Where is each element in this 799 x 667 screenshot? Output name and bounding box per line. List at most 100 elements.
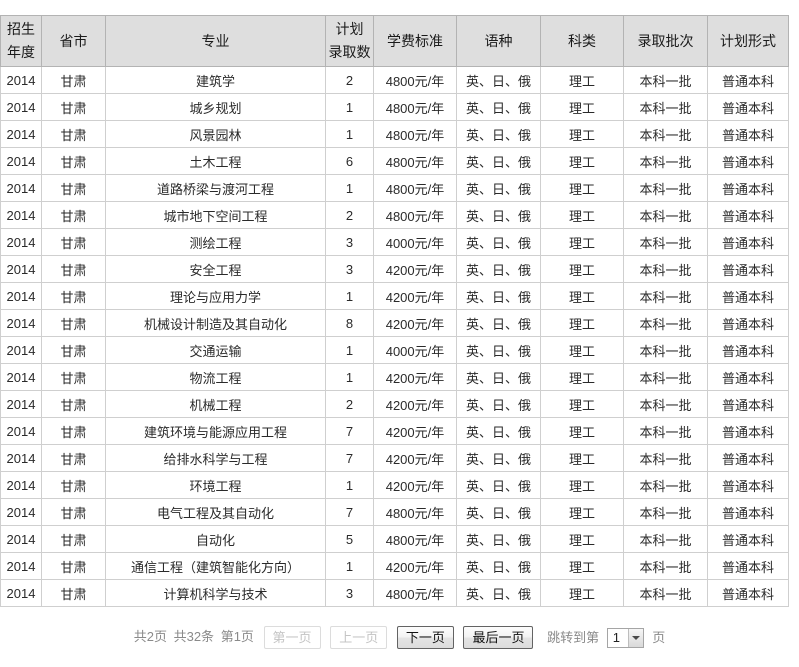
table-row: 2014 甘肃 机械设计制造及其自动化 8 4200元/年 英、日、俄 理工 本科一批 普通本科 (0, 309, 789, 337)
table-row: 2014 甘肃 物流工程 1 4200元/年 英、日、俄 理工 本科一批 普通本科 (0, 363, 789, 391)
cell-year: 2014 (0, 282, 42, 310)
cell-major: 电气工程及其自动化 (105, 498, 326, 526)
cell-year: 2014 (0, 444, 42, 472)
table-row: 2014 甘肃 城乡规划 1 4800元/年 英、日、俄 理工 本科一批 普通本科 (0, 93, 789, 121)
cell-province: 甘肃 (41, 336, 106, 364)
cell-year: 2014 (0, 309, 42, 337)
cell-category: 理工 (540, 255, 624, 283)
column-header-language: 语种 (456, 15, 541, 67)
column-header-tuition: 学费标准 (373, 15, 457, 67)
cell-year: 2014 (0, 174, 42, 202)
cell-batch: 本科一批 (623, 174, 708, 202)
next-page-button[interactable]: 下一页 (396, 626, 454, 650)
cell-language: 英、日、俄 (456, 498, 541, 526)
cell-plan-count: 5 (325, 525, 374, 553)
cell-plan-count: 3 (325, 579, 374, 607)
cell-batch: 本科一批 (623, 66, 708, 94)
cell-plan-count: 2 (325, 66, 374, 94)
cell-year: 2014 (0, 552, 42, 580)
cell-batch: 本科一批 (623, 417, 708, 445)
cell-major: 土木工程 (105, 147, 326, 175)
cell-major: 交通运输 (105, 336, 326, 364)
table-row: 2014 甘肃 电气工程及其自动化 7 4800元/年 英、日、俄 理工 本科一批 普通本科 (0, 498, 789, 526)
page-jump-select[interactable]: 1 (606, 627, 644, 648)
table-row: 2014 甘肃 道路桥梁与渡河工程 1 4800元/年 英、日、俄 理工 本科一批 普通本科 (0, 174, 789, 202)
cell-province: 甘肃 (41, 282, 106, 310)
cell-tuition: 4800元/年 (373, 93, 457, 121)
page-jump-value: 1 (612, 629, 620, 645)
cell-plan-count: 1 (325, 471, 374, 499)
cell-province: 甘肃 (41, 390, 106, 418)
cell-year: 2014 (0, 417, 42, 445)
cell-tuition: 4800元/年 (373, 66, 457, 94)
cell-year: 2014 (0, 255, 42, 283)
cell-plan-form: 普通本科 (707, 336, 789, 364)
cell-category: 理工 (540, 201, 624, 229)
table-container: 招生 年度 省市 专业 计划 录取数 学费标准 语种 科类 录取批次 计划形式 … (0, 0, 799, 607)
cell-plan-count: 7 (325, 444, 374, 472)
cell-batch: 本科一批 (623, 552, 708, 580)
cell-plan-form: 普通本科 (707, 498, 789, 526)
cell-major: 建筑学 (105, 66, 326, 94)
cell-province: 甘肃 (41, 201, 106, 229)
cell-tuition: 4800元/年 (373, 120, 457, 148)
cell-plan-form: 普通本科 (707, 363, 789, 391)
cell-category: 理工 (540, 120, 624, 148)
cell-province: 甘肃 (41, 147, 106, 175)
cell-tuition: 4200元/年 (373, 417, 457, 445)
column-header-category-label: 科类 (568, 32, 596, 49)
cell-language: 英、日、俄 (456, 93, 541, 121)
column-header-category: 科类 (540, 15, 624, 67)
cell-major: 道路桥梁与渡河工程 (105, 174, 326, 202)
cell-year: 2014 (0, 579, 42, 607)
cell-year: 2014 (0, 93, 42, 121)
cell-year: 2014 (0, 336, 42, 364)
table-header-row: 招生 年度 省市 专业 计划 录取数 学费标准 语种 科类 录取批次 计划形式 (0, 15, 789, 67)
cell-category: 理工 (540, 525, 624, 553)
cell-plan-form: 普通本科 (707, 66, 789, 94)
table-row: 2014 甘肃 自动化 5 4800元/年 英、日、俄 理工 本科一批 普通本科 (0, 525, 789, 553)
last-page-button[interactable]: 最后一页 (463, 626, 534, 650)
cell-category: 理工 (540, 228, 624, 256)
cell-batch: 本科一批 (623, 579, 708, 607)
table-row: 2014 甘肃 理论与应用力学 1 4200元/年 英、日、俄 理工 本科一批 普通本科 (0, 282, 789, 310)
column-header-plan-count-line2: 录取数 (328, 44, 371, 60)
enrollment-plan-page: 招生 年度 省市 专业 计划 录取数 学费标准 语种 科类 录取批次 计划形式 … (0, 0, 799, 667)
cell-language: 英、日、俄 (456, 417, 541, 445)
cell-province: 甘肃 (41, 498, 106, 526)
cell-plan-count: 8 (325, 309, 374, 337)
cell-tuition: 4200元/年 (373, 363, 457, 391)
cell-category: 理工 (540, 471, 624, 499)
table-row: 2014 甘肃 土木工程 6 4800元/年 英、日、俄 理工 本科一批 普通本科 (0, 147, 789, 175)
cell-plan-form: 普通本科 (707, 147, 789, 175)
cell-language: 英、日、俄 (456, 147, 541, 175)
column-header-tuition-label: 学费标准 (387, 32, 443, 49)
cell-batch: 本科一批 (623, 390, 708, 418)
cell-major: 建筑环境与能源应用工程 (105, 417, 326, 445)
cell-plan-form: 普通本科 (707, 201, 789, 229)
column-header-major: 专业 (105, 15, 326, 67)
column-header-plan-count: 计划 录取数 (325, 15, 374, 67)
cell-major: 给排水科学与工程 (105, 444, 326, 472)
cell-year: 2014 (0, 498, 42, 526)
column-header-plan-form: 计划形式 (707, 15, 789, 67)
cell-tuition: 4800元/年 (373, 579, 457, 607)
cell-tuition: 4800元/年 (373, 525, 457, 553)
cell-category: 理工 (540, 174, 624, 202)
cell-tuition: 4200元/年 (373, 282, 457, 310)
chevron-down-icon[interactable] (627, 628, 643, 647)
cell-category: 理工 (540, 309, 624, 337)
cell-category: 理工 (540, 498, 624, 526)
cell-batch: 本科一批 (623, 363, 708, 391)
cell-year: 2014 (0, 201, 42, 229)
cell-batch: 本科一批 (623, 444, 708, 472)
cell-province: 甘肃 (41, 120, 106, 148)
cell-tuition: 4800元/年 (373, 147, 457, 175)
cell-province: 甘肃 (41, 417, 106, 445)
column-header-plan-form-label: 计划形式 (720, 32, 776, 49)
cell-category: 理工 (540, 444, 624, 472)
cell-language: 英、日、俄 (456, 390, 541, 418)
cell-batch: 本科一批 (623, 93, 708, 121)
cell-batch: 本科一批 (623, 498, 708, 526)
cell-batch: 本科一批 (623, 147, 708, 175)
